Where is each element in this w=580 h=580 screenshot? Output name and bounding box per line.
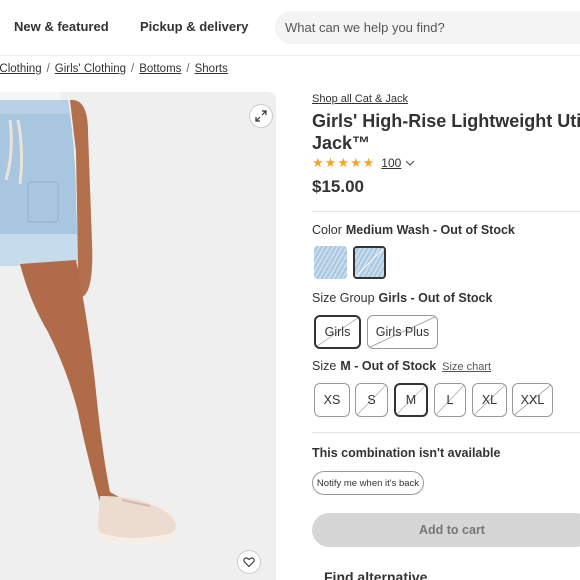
price: $15.00 <box>312 177 364 196</box>
breadcrumb-separator: / <box>131 63 135 75</box>
size-option-xs[interactable]: XS <box>314 383 350 417</box>
add-to-cart-button[interactable]: Add to cart <box>312 513 580 547</box>
size-label: Size M - Out of Stock Size chart <box>312 359 491 373</box>
chevron-down-icon <box>405 160 415 166</box>
breadcrumb-item[interactable]: Girls' Clothing <box>55 63 126 75</box>
swatch-texture <box>355 248 384 277</box>
expand-icon <box>255 110 267 122</box>
size-option-xxl[interactable]: XXL <box>512 383 553 417</box>
breadcrumb-separator: / <box>186 63 190 75</box>
size-option-m[interactable]: M <box>394 383 428 417</box>
size-option-label: M <box>405 393 417 407</box>
size-group-option-label: Girls <box>324 325 351 339</box>
size-option-xl[interactable]: XL <box>472 383 507 417</box>
star-icon: ★ <box>362 155 375 170</box>
color-label-text: Color <box>312 223 342 237</box>
size-group-girls-plus[interactable]: Girls Plus <box>367 315 438 349</box>
size-group-girls[interactable]: Girls <box>314 315 361 349</box>
size-option-label: S <box>367 393 376 407</box>
star-icon: ★ <box>312 155 324 170</box>
heart-icon <box>243 557 255 568</box>
breadcrumb-item[interactable]: ' Clothing <box>0 63 42 75</box>
size-group-value: Girls - Out of Stock <box>378 291 493 305</box>
top-nav: New & featured Pickup & delivery What ca… <box>0 0 580 56</box>
size-option-s[interactable]: S <box>355 383 388 417</box>
unavailable-message: This combination isn't available <box>312 446 501 460</box>
expand-image-button[interactable] <box>249 104 273 128</box>
size-option-l[interactable]: L <box>434 383 466 417</box>
size-chart-link[interactable]: Size chart <box>442 361 491 373</box>
breadcrumb-separator: / <box>46 63 50 75</box>
size-group-label-text: Size Group <box>312 291 375 305</box>
breadcrumb-item[interactable]: Shorts <box>195 63 228 75</box>
rating[interactable]: ★ ★ ★ ★ ★ 100 <box>312 156 415 170</box>
product-title: Girls' High-Rise Lightweight Utility Jac… <box>312 110 580 154</box>
size-option-label: XL <box>481 393 498 407</box>
breadcrumb-item[interactable]: Bottoms <box>139 63 181 75</box>
search-input[interactable]: What can we help you find? <box>275 11 580 44</box>
find-alternative-heading: Find alternative <box>324 569 428 580</box>
color-swatch-light[interactable] <box>314 246 347 279</box>
notify-me-button[interactable]: Notify me when it's back <box>312 471 424 495</box>
color-label: Color Medium Wash - Out of Stock <box>312 223 515 237</box>
size-option-label: XS <box>323 393 341 407</box>
swatch-texture <box>314 246 347 279</box>
breadcrumb: ' Clothing / Girls' Clothing / Bottoms / Short… <box>0 63 228 75</box>
product-title-line: Girls' High-Rise Lightweight Utility <box>312 111 580 131</box>
divider <box>312 211 580 212</box>
color-value: Medium Wash - Out of Stock <box>345 223 515 237</box>
nav-new-featured[interactable]: New & featured <box>14 19 109 34</box>
product-photo <box>0 92 176 544</box>
size-group-option-label: Girls Plus <box>375 325 430 339</box>
star-icon: ★ <box>324 155 337 170</box>
shop-brand-link[interactable]: Shop all Cat & Jack <box>312 93 408 105</box>
size-option-label: L <box>446 393 454 407</box>
product-title-line: Jack™ <box>312 133 371 153</box>
size-value: M - Out of Stock <box>340 359 437 373</box>
color-swatch-medium[interactable] <box>353 246 386 279</box>
size-label-text: Size <box>312 359 337 373</box>
nav-pickup-delivery[interactable]: Pickup & delivery <box>140 19 248 34</box>
size-option-label: XXL <box>520 393 545 407</box>
product-image[interactable] <box>0 92 276 580</box>
star-icon: ★ <box>337 155 349 170</box>
size-group-label: Size Group Girls - Out of Stock <box>312 291 492 305</box>
star-icon: ★ <box>349 155 362 170</box>
rating-count[interactable]: 100 <box>381 156 401 170</box>
search-placeholder: What can we help you find? <box>285 20 445 35</box>
divider <box>312 432 580 433</box>
favorite-button[interactable] <box>237 550 261 574</box>
